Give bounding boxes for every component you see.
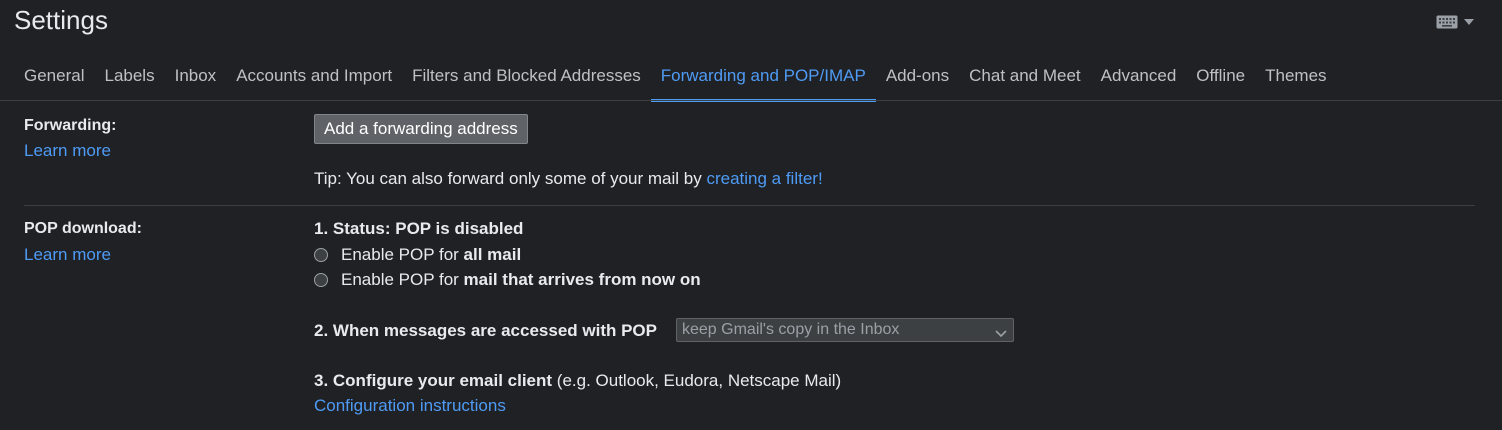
page-title: Settings	[14, 5, 108, 35]
pop-download-label: POP download:	[24, 220, 142, 237]
input-tools-toggle[interactable]	[1436, 14, 1476, 30]
tab-chat-and-meet[interactable]: Chat and Meet	[959, 52, 1091, 102]
caret-down-icon	[1464, 19, 1474, 25]
pop-access-select[interactable]: keep Gmail's copy in the Inbox	[676, 318, 1014, 342]
tab-advanced[interactable]: Advanced	[1091, 52, 1187, 102]
tab-forwarding-and-pop-imap[interactable]: Forwarding and POP/IMAP	[650, 52, 876, 102]
tab-labels[interactable]: Labels	[94, 52, 164, 102]
pop-access-label: 2. When messages are accessed with POP	[314, 321, 657, 340]
tabs-divider	[0, 100, 1502, 101]
pop-option-all-mail[interactable]: Enable POP for all mail	[314, 245, 521, 265]
add-forwarding-address-button[interactable]: Add a forwarding address	[314, 114, 528, 144]
pop-from-now-on-text: Enable POP for	[341, 270, 464, 289]
configuration-instructions-link[interactable]: Configuration instructions	[314, 396, 506, 416]
section-divider	[24, 205, 1475, 206]
forwarding-tip-text: Tip: You can also forward only some of y…	[314, 169, 707, 188]
pop-from-now-on-radio[interactable]	[314, 273, 328, 287]
settings-page: Settings General Labels Inbox Accounts a…	[0, 0, 1502, 430]
pop-access-select-value: keep Gmail's copy in the Inbox	[682, 321, 900, 338]
create-filter-link[interactable]: creating a filter!	[706, 169, 822, 188]
tab-themes[interactable]: Themes	[1255, 52, 1336, 102]
pop-from-now-on-bold: mail that arrives from now on	[463, 270, 701, 289]
tab-add-ons[interactable]: Add-ons	[876, 52, 959, 102]
keyboard-icon	[1436, 15, 1458, 29]
configure-client-examples: (e.g. Outlook, Eudora, Netscape Mail)	[552, 371, 842, 390]
pop-all-mail-radio[interactable]	[314, 248, 328, 262]
pop-all-mail-bold: all mail	[463, 245, 522, 264]
pop-status: 1. Status: POP is disabled	[314, 219, 524, 238]
tab-offline[interactable]: Offline	[1186, 52, 1255, 102]
tab-filters-and-blocked-addresses[interactable]: Filters and Blocked Addresses	[402, 52, 651, 102]
configure-client-bold: 3. Configure your email client	[314, 371, 553, 390]
configure-client-label: 3. Configure your email client (e.g. Out…	[314, 371, 841, 391]
pop-learn-more-link[interactable]: Learn more	[24, 245, 111, 265]
forwarding-learn-more-link[interactable]: Learn more	[24, 141, 111, 161]
pop-all-mail-text: Enable POP for	[341, 245, 464, 264]
chevron-down-icon	[995, 325, 1007, 343]
settings-tabs: General Labels Inbox Accounts and Import…	[14, 52, 1337, 102]
forwarding-tip: Tip: You can also forward only some of y…	[314, 169, 823, 189]
pop-option-from-now-on[interactable]: Enable POP for mail that arrives from no…	[314, 270, 701, 290]
forwarding-label: Forwarding:	[24, 117, 117, 134]
tab-inbox[interactable]: Inbox	[165, 52, 227, 102]
tab-accounts-and-import[interactable]: Accounts and Import	[226, 52, 402, 102]
tab-general[interactable]: General	[14, 52, 94, 102]
